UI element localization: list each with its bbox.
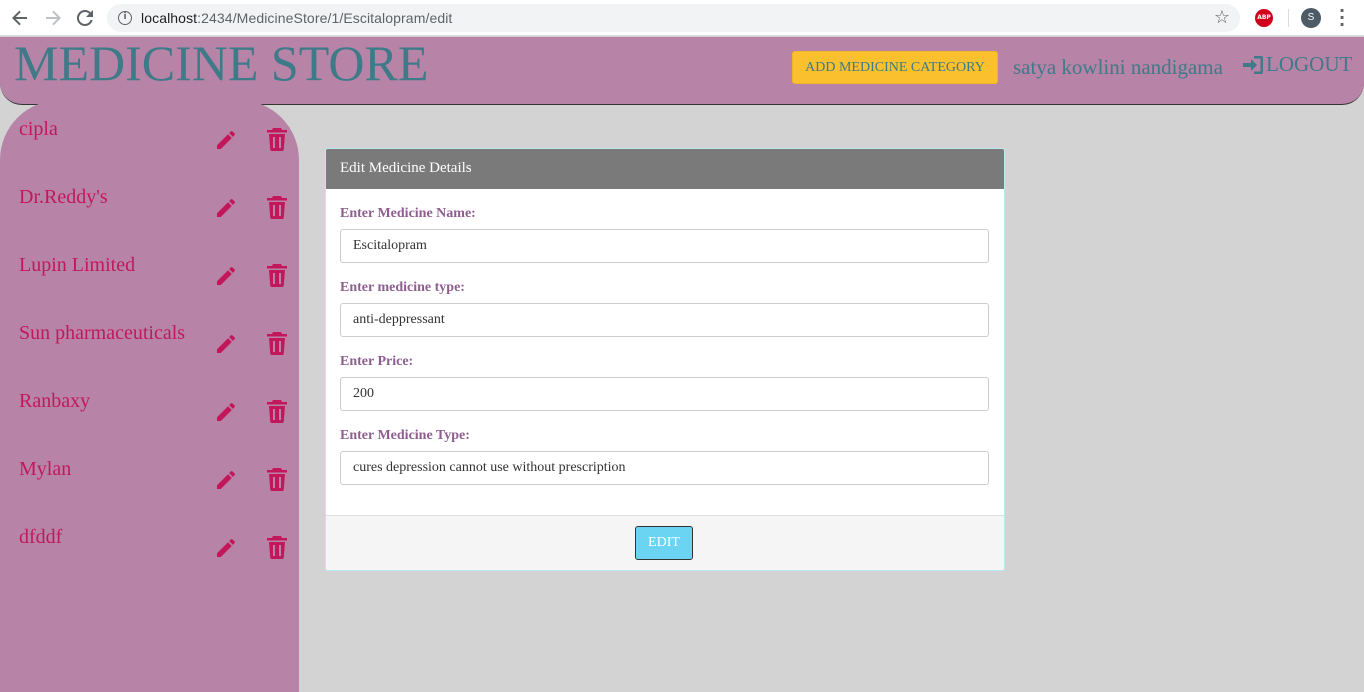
medicine-description-input[interactable] (340, 451, 989, 485)
edit-submit-button[interactable]: EDIT (635, 526, 693, 560)
category-label[interactable]: cipla (19, 118, 58, 141)
browser-toolbar: i localhost:2434/MedicineStore/1/Escital… (0, 0, 1364, 36)
panel-footer: EDIT (326, 515, 1004, 570)
pencil-icon[interactable] (214, 128, 238, 152)
medicine-description-label: Enter Medicine Type: (340, 428, 470, 443)
trash-icon[interactable] (266, 535, 288, 559)
category-label[interactable]: Mylan (19, 458, 71, 481)
category-sidebar: cipla Dr.Reddy's Lupin Limited Sun pharm… (0, 100, 299, 692)
category-label[interactable]: dfddf (19, 526, 62, 549)
pencil-icon[interactable] (214, 400, 238, 424)
address-bar[interactable]: i localhost:2434/MedicineStore/1/Escital… (107, 4, 1240, 32)
info-icon[interactable]: i (118, 11, 132, 25)
forward-arrow-icon[interactable] (41, 6, 65, 30)
pencil-icon[interactable] (214, 468, 238, 492)
category-item: Ranbaxy (0, 372, 299, 440)
logout-label: LOGOUT (1266, 52, 1353, 76)
category-label[interactable]: Ranbaxy (19, 390, 90, 413)
price-input[interactable] (340, 377, 989, 411)
category-item: Lupin Limited (0, 236, 299, 304)
panel-title: Edit Medicine Details (326, 149, 1004, 189)
trash-icon[interactable] (266, 399, 288, 423)
app-header: MEDICINE STORE ADD MEDICINE CATEGORY sat… (0, 37, 1364, 105)
category-item: dfddf (0, 508, 299, 576)
medicine-type-input[interactable] (340, 303, 989, 337)
category-label[interactable]: Dr.Reddy's (19, 186, 108, 209)
profile-avatar[interactable]: S (1301, 8, 1321, 28)
trash-icon[interactable] (266, 331, 288, 355)
pencil-icon[interactable] (214, 264, 238, 288)
more-menu-icon[interactable]: · · · (1334, 3, 1350, 33)
category-item: Mylan (0, 440, 299, 508)
category-item: cipla (0, 100, 299, 168)
toolbar-divider (1288, 9, 1289, 27)
medicine-name-label: Enter Medicine Name: (340, 206, 476, 221)
trash-icon[interactable] (266, 195, 288, 219)
trash-icon[interactable] (266, 467, 288, 491)
url-text: localhost:2434/MedicineStore/1/Escitalop… (141, 10, 453, 26)
category-item: Sun pharmaceuticals (0, 304, 299, 372)
back-arrow-icon[interactable] (8, 6, 32, 30)
medicine-name-input[interactable] (340, 229, 989, 263)
pencil-icon[interactable] (214, 536, 238, 560)
category-label[interactable]: Lupin Limited (19, 254, 135, 277)
brand-title[interactable]: MEDICINE STORE (14, 37, 428, 89)
medicine-type-label: Enter medicine type: (340, 280, 465, 295)
category-item: Dr.Reddy's (0, 168, 299, 236)
pencil-icon[interactable] (214, 332, 238, 356)
edit-medicine-panel: Edit Medicine Details Enter Medicine Nam… (325, 148, 1005, 571)
trash-icon[interactable] (266, 263, 288, 287)
pencil-icon[interactable] (214, 196, 238, 220)
username-label: satya kowlini nandigama (1013, 55, 1223, 79)
login-icon (1243, 55, 1263, 74)
reload-icon[interactable] (73, 6, 97, 30)
trash-icon[interactable] (266, 127, 288, 151)
price-label: Enter Price: (340, 354, 414, 369)
add-medicine-category-button[interactable]: ADD MEDICINE CATEGORY (792, 51, 998, 84)
logout-button[interactable]: LOGOUT (1242, 52, 1352, 77)
bookmark-star-icon[interactable]: ☆ (1214, 7, 1230, 28)
adblock-icon[interactable]: ABP (1255, 9, 1273, 27)
category-label[interactable]: Sun pharmaceuticals (19, 322, 185, 345)
